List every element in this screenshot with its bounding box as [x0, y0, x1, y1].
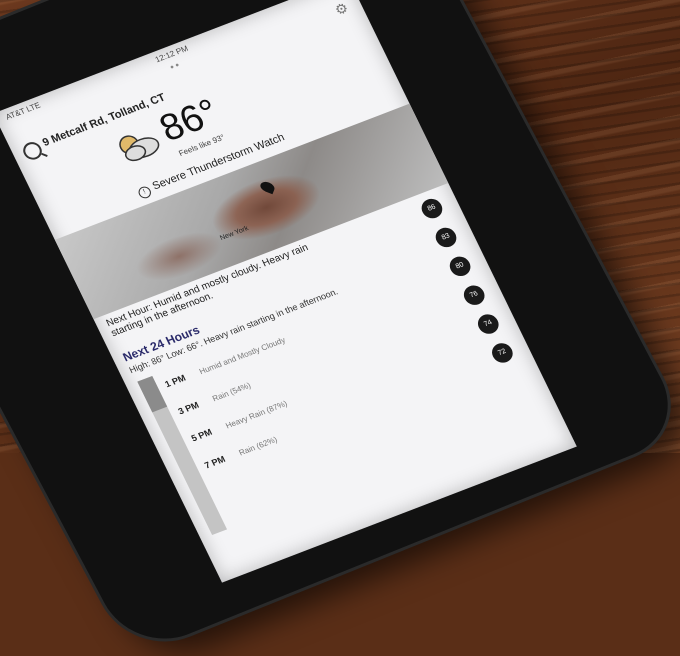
hourly-temp-circle: 86: [418, 195, 446, 222]
hourly-temp-circle: 83: [432, 224, 460, 251]
hourly-temp-circle: 72: [488, 340, 517, 366]
partly-cloudy-icon: [119, 135, 160, 162]
page-dots-icon[interactable]: ••: [168, 59, 183, 73]
forecast-time: 1 PM: [163, 372, 188, 390]
search-icon[interactable]: [20, 139, 45, 163]
radar-map[interactable]: New York: [54, 103, 449, 320]
forecast-row[interactable]: 3 PM Rain (54%): [176, 380, 253, 417]
hourly-temp-circle: 74: [474, 311, 503, 337]
forecast-row[interactable]: 7 PM Rain (62%): [202, 434, 279, 471]
hourly-temp-circle: 80: [446, 253, 474, 279]
alert-icon: !: [136, 184, 154, 201]
forecast-time: 5 PM: [189, 426, 214, 444]
forecast-desc: Rain (62%): [237, 434, 279, 458]
forecast-time: 3 PM: [176, 399, 201, 417]
forecast-desc: Rain (54%): [210, 380, 253, 404]
forecast-time: 7 PM: [202, 453, 227, 471]
precipitation-bar-fill: [137, 375, 168, 413]
forecast-desc: Heavy Rain (87%): [224, 398, 289, 431]
hourly-temp-circle: 76: [460, 282, 488, 308]
gear-icon[interactable]: ⚙: [332, 0, 351, 18]
